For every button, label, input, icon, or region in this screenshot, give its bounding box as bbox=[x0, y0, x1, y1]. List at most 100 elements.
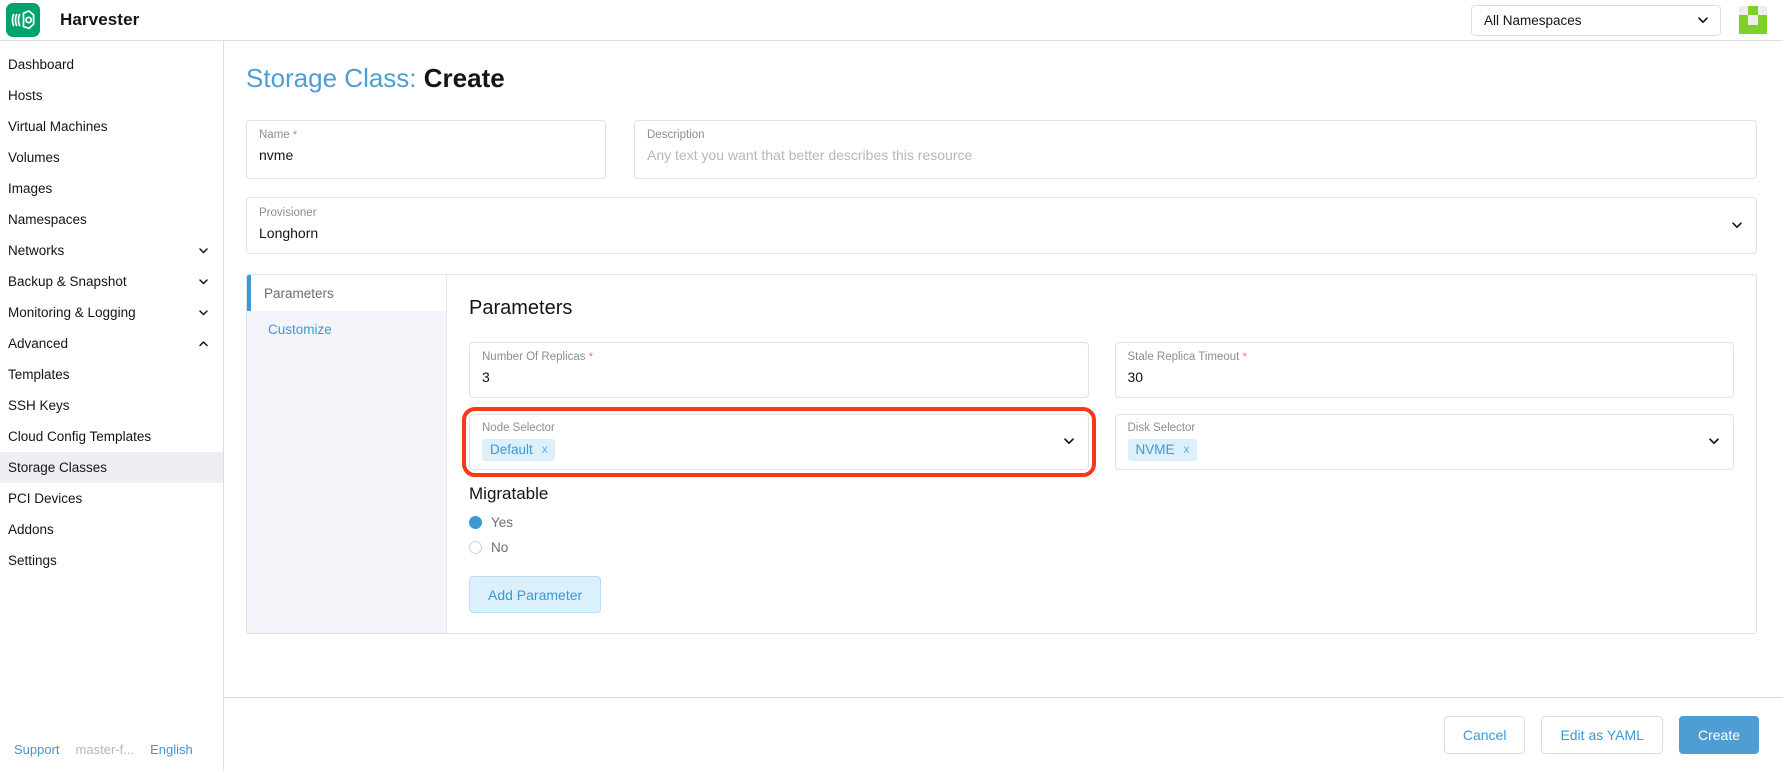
chevron-down-icon[interactable] bbox=[1062, 434, 1076, 448]
version-label: master-f... bbox=[75, 742, 135, 757]
node-selector-field[interactable]: Node Selector Default x bbox=[469, 414, 1089, 470]
chevron-down-icon[interactable] bbox=[198, 307, 209, 318]
card-tabs: Parameters Customize bbox=[247, 275, 447, 633]
name-input[interactable]: nvme bbox=[259, 146, 593, 165]
main-content: Storage Class: Create Name * nvme Descri… bbox=[224, 41, 1783, 771]
sidebar-item-monitoring-and-logging[interactable]: Monitoring & Logging bbox=[0, 297, 223, 328]
chevron-up-icon[interactable] bbox=[198, 338, 209, 349]
parameters-panel: Parameters Number Of Replicas * 3 Stale … bbox=[447, 275, 1756, 633]
stale-replica-timeout-label-text: Stale Replica Timeout bbox=[1127, 351, 1240, 363]
language-selector[interactable]: English bbox=[150, 742, 193, 757]
chevron-down-icon[interactable] bbox=[1730, 218, 1744, 232]
sidebar-item-label: Volumes bbox=[8, 150, 60, 165]
parameters-card: Parameters Customize Parameters Number O… bbox=[246, 274, 1757, 634]
sidebar-item-virtual-machines[interactable]: Virtual Machines bbox=[0, 111, 223, 142]
close-icon[interactable]: x bbox=[1184, 441, 1190, 458]
page-title: Storage Class: Create bbox=[246, 63, 1757, 94]
description-field[interactable]: Description Any text you want that bette… bbox=[634, 120, 1757, 179]
sidebar-item-networks[interactable]: Networks bbox=[0, 235, 223, 266]
harvester-logo-icon[interactable] bbox=[6, 3, 40, 37]
node-selector-chip[interactable]: Default x bbox=[482, 439, 555, 461]
create-button[interactable]: Create bbox=[1678, 715, 1759, 754]
migratable-option-yes[interactable]: Yes bbox=[469, 512, 1734, 533]
replicas-input[interactable]: 3 bbox=[482, 368, 1076, 387]
tab-parameters[interactable]: Parameters bbox=[247, 275, 446, 311]
page-title-suffix: Create bbox=[423, 63, 505, 93]
provisioner-select[interactable]: Provisioner Longhorn bbox=[246, 197, 1757, 254]
number-of-replicas-field[interactable]: Number Of Replicas * 3 bbox=[469, 342, 1089, 398]
chevron-down-icon bbox=[1696, 13, 1710, 27]
radio-label: Yes bbox=[491, 515, 514, 530]
sidebar-item-templates[interactable]: Templates bbox=[0, 359, 223, 390]
migratable-option-no[interactable]: No bbox=[469, 537, 1734, 558]
node-selector-label: Node Selector bbox=[482, 422, 555, 434]
sidebar-footer: Support master-f... English bbox=[0, 742, 223, 771]
namespace-filter-select[interactable]: All Namespaces bbox=[1471, 4, 1721, 36]
name-field-label: Name * bbox=[259, 128, 593, 143]
sidebar-item-label: Templates bbox=[8, 367, 70, 382]
edit-as-yaml-button[interactable]: Edit as YAML bbox=[1541, 715, 1663, 754]
sidebar-item-label: Backup & Snapshot bbox=[8, 274, 127, 289]
sidebar-item-cloud-config-templates[interactable]: Cloud Config Templates bbox=[0, 421, 223, 452]
chevron-down-icon[interactable] bbox=[198, 276, 209, 287]
sidebar-item-label: Hosts bbox=[8, 88, 43, 103]
close-icon[interactable]: x bbox=[542, 441, 548, 458]
chevron-down-icon[interactable] bbox=[1707, 434, 1721, 448]
sidebar-item-label: Addons bbox=[8, 522, 54, 537]
sidebar-item-advanced[interactable]: Advanced bbox=[0, 328, 223, 359]
add-parameter-button[interactable]: Add Parameter bbox=[469, 576, 602, 613]
sidebar-item-label: Images bbox=[8, 181, 53, 196]
sidebar-item-label: Networks bbox=[8, 243, 65, 258]
tab-label: Customize bbox=[268, 321, 332, 337]
support-link[interactable]: Support bbox=[14, 742, 60, 757]
sidebar-nav: Dashboard Hosts Virtual Machines Volumes… bbox=[0, 41, 224, 771]
sidebar-item-label: Settings bbox=[8, 553, 57, 568]
brand-title: Harvester bbox=[60, 10, 140, 29]
description-input[interactable]: Any text you want that better describes … bbox=[647, 146, 1744, 165]
sidebar-item-hosts[interactable]: Hosts bbox=[0, 80, 223, 111]
name-label-text: Name bbox=[259, 129, 290, 141]
tab-customize[interactable]: Customize bbox=[247, 311, 446, 347]
radio-label: No bbox=[491, 540, 509, 555]
disk-selector-field[interactable]: Disk Selector NVME x bbox=[1114, 414, 1734, 470]
node-selector-inner: Node Selector Default x bbox=[482, 421, 1062, 461]
sidebar-items: Dashboard Hosts Virtual Machines Volumes… bbox=[0, 49, 223, 742]
required-mark: * bbox=[588, 351, 594, 363]
description-field-label: Description bbox=[647, 129, 705, 141]
sidebar-item-ssh-keys[interactable]: SSH Keys bbox=[0, 390, 223, 421]
sidebar-item-volumes[interactable]: Volumes bbox=[0, 142, 223, 173]
chevron-down-icon[interactable] bbox=[198, 245, 209, 256]
stale-replica-timeout-field[interactable]: Stale Replica Timeout * 30 bbox=[1114, 342, 1734, 398]
sidebar-item-label: Dashboard bbox=[8, 57, 75, 72]
sidebar-item-label: Namespaces bbox=[8, 212, 87, 227]
radio-icon[interactable] bbox=[469, 541, 482, 554]
name-description-row: Name * nvme Description Any text you wan… bbox=[246, 120, 1757, 179]
disk-selector-chip[interactable]: NVME x bbox=[1127, 439, 1197, 461]
sidebar-item-backup-and-snapshot[interactable]: Backup & Snapshot bbox=[0, 266, 223, 297]
stale-replica-timeout-input[interactable]: 30 bbox=[1128, 368, 1722, 387]
provisioner-value: Longhorn bbox=[259, 225, 319, 241]
tab-label: Parameters bbox=[264, 285, 334, 301]
sidebar-item-label: PCI Devices bbox=[8, 491, 83, 506]
selectors-row: Node Selector Default x Disk Selector NV… bbox=[469, 414, 1734, 470]
namespace-filter-value: All Namespaces bbox=[1484, 12, 1582, 28]
name-field[interactable]: Name * nvme bbox=[246, 120, 606, 179]
sidebar-item-label: Virtual Machines bbox=[8, 119, 108, 134]
sidebar-item-addons[interactable]: Addons bbox=[0, 514, 223, 545]
sidebar-item-settings[interactable]: Settings bbox=[0, 545, 223, 576]
harvester-app: Harvester All Namespaces Dashboard Hosts bbox=[0, 0, 1783, 771]
sidebar-item-namespaces[interactable]: Namespaces bbox=[0, 204, 223, 235]
sidebar-item-dashboard[interactable]: Dashboard bbox=[0, 49, 223, 80]
sidebar-item-label: Storage Classes bbox=[8, 460, 108, 475]
user-avatar-identicon[interactable] bbox=[1739, 6, 1767, 34]
sidebar-item-storage-classes[interactable]: Storage Classes bbox=[0, 452, 223, 483]
required-mark: * bbox=[292, 129, 298, 141]
body-row: Dashboard Hosts Virtual Machines Volumes… bbox=[0, 41, 1783, 771]
migratable-heading: Migratable bbox=[469, 484, 549, 503]
cancel-button[interactable]: Cancel bbox=[1443, 715, 1526, 754]
provisioner-label: Provisioner bbox=[259, 207, 317, 219]
sidebar-item-pci-devices[interactable]: PCI Devices bbox=[0, 483, 223, 514]
replicas-timeout-row: Number Of Replicas * 3 Stale Replica Tim… bbox=[469, 342, 1734, 398]
sidebar-item-images[interactable]: Images bbox=[0, 173, 223, 204]
radio-icon[interactable] bbox=[469, 516, 482, 529]
